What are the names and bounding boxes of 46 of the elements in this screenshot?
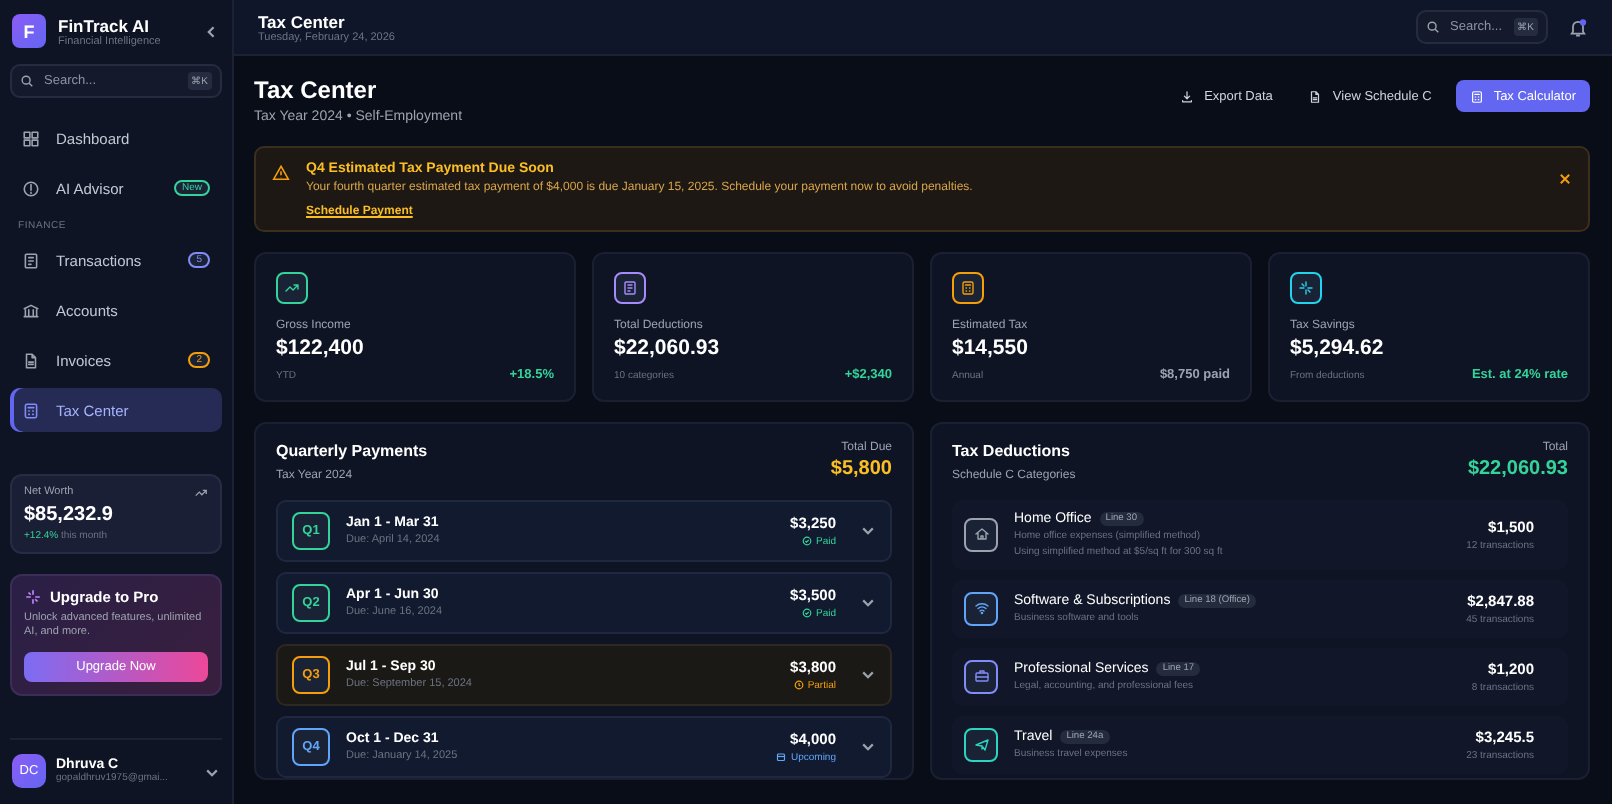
button-icon: [1180, 89, 1195, 103]
clock-icon: [793, 680, 804, 690]
category-glyph-icon: [973, 600, 989, 616]
category-glyph-icon: [973, 526, 989, 542]
warning-icon: [272, 164, 290, 182]
net-worth-value: $85,232.9: [24, 504, 115, 526]
nav-icon: [22, 351, 40, 369]
collapse-chevron-icon[interactable]: [204, 23, 220, 39]
close-icon[interactable]: [1558, 172, 1572, 186]
check-circle-icon: [801, 608, 812, 618]
app-name: FinTrack AI: [58, 15, 152, 35]
stat-glyph-icon: [960, 280, 976, 296]
nav-icon: [22, 301, 40, 319]
stat-value: $14,550: [952, 336, 1030, 360]
button-icon: [1469, 89, 1484, 103]
panel-title: Tax Deductions: [952, 441, 1072, 459]
check-circle-icon: [801, 536, 812, 546]
nav-icon: [22, 129, 40, 147]
chevron-down-icon[interactable]: [860, 738, 876, 754]
trend-up-icon: [194, 486, 208, 500]
category-glyph-icon: [973, 668, 989, 684]
panel-title: Quarterly Payments: [276, 441, 428, 459]
chevron-down-icon[interactable]: [860, 522, 876, 538]
sparkle-icon: [24, 588, 42, 606]
chevron-down-icon[interactable]: [860, 666, 876, 682]
top-bar-title: Tax Center: [258, 11, 347, 31]
total-deductions-value: $22,060.93: [1467, 457, 1568, 479]
stat-glyph-icon: [622, 280, 638, 296]
stat-value: $122,400: [276, 336, 366, 360]
logo-icon: F: [12, 14, 46, 48]
chevron-down-icon[interactable]: [860, 594, 876, 610]
button-icon: [1308, 89, 1323, 103]
nav-icon: [22, 251, 40, 269]
calendar-icon: [776, 752, 787, 762]
notification-bell-icon[interactable]: [1568, 17, 1588, 37]
stat-value: $22,060.93: [614, 336, 722, 360]
search-icon: [20, 74, 34, 88]
stat-glyph-icon: [284, 280, 300, 296]
nav-icon: [22, 179, 40, 197]
stat-value: $5,294.62: [1290, 336, 1386, 360]
search-icon: [1426, 20, 1440, 34]
stat-glyph-icon: [1298, 280, 1314, 296]
page-title: Tax Center: [254, 76, 379, 104]
total-due-value: $5,800: [830, 457, 892, 479]
category-glyph-icon: [973, 736, 989, 752]
nav-icon: [22, 401, 40, 419]
